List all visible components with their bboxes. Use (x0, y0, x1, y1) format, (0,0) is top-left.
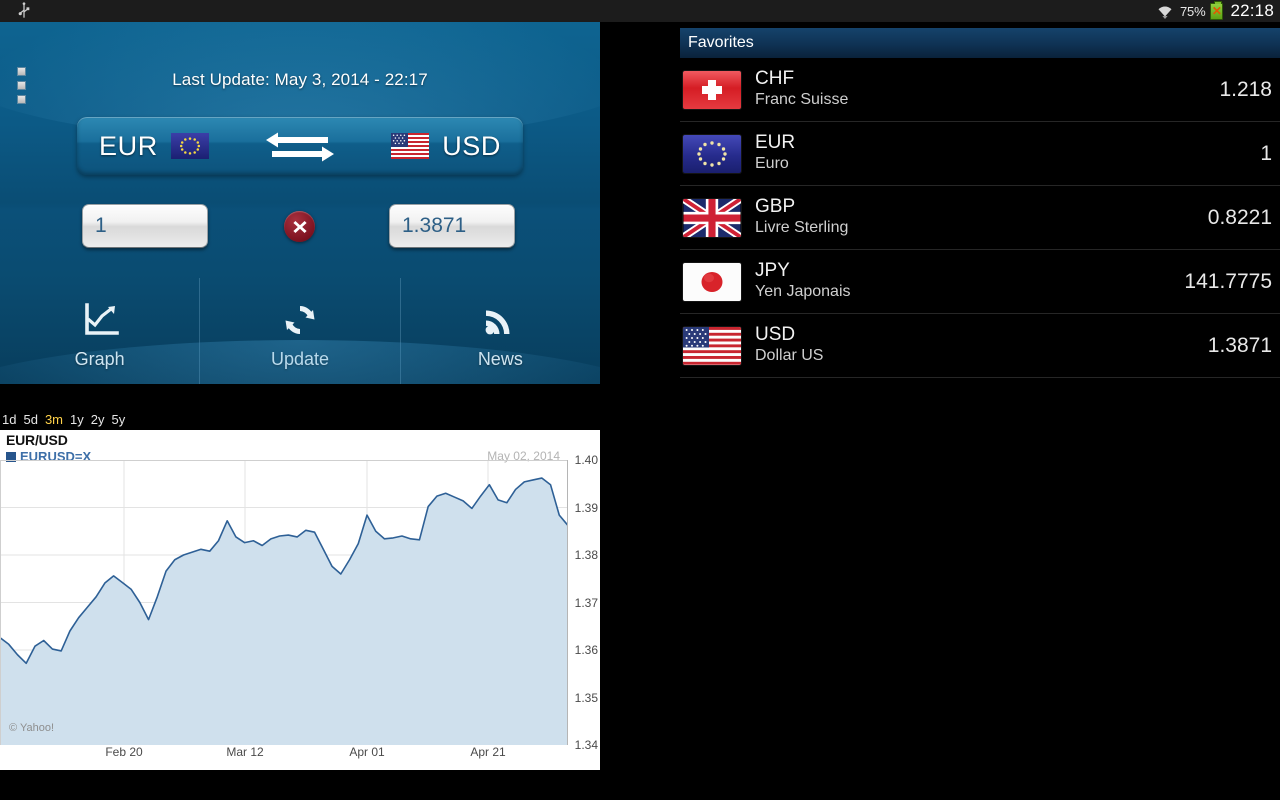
favorites-list: CHF Franc Suisse 1.218 EUR Euro 1 GBP Livre Ste… (680, 58, 1280, 378)
y-tick-label: 1.35 (574, 690, 598, 705)
favorite-row-gbp[interactable]: GBP Livre Sterling 0.8221 (680, 186, 1280, 250)
usb-icon (18, 2, 30, 18)
clear-x-icon[interactable] (284, 211, 315, 242)
favorite-rate: 0.8221 (1207, 205, 1272, 229)
y-tick-label: 1.36 (574, 643, 598, 657)
range-item-3m[interactable]: 3m (45, 412, 63, 427)
range-item-1d[interactable]: 1d (2, 412, 16, 427)
amount-row: 1 1.3871 (0, 204, 600, 256)
range-item-5y[interactable]: 5y (111, 412, 125, 427)
battery-charging-icon: ✕ (1210, 0, 1224, 20)
y-tick-label: 1.34 (574, 738, 598, 752)
clock-label: 22:18 (1230, 1, 1274, 20)
favorite-row-chf[interactable]: CHF Franc Suisse 1.218 (680, 58, 1280, 122)
favorite-text: CHF Franc Suisse (755, 68, 1219, 109)
flag-eur-icon (170, 133, 209, 159)
swap-arrows-icon[interactable] (264, 127, 336, 165)
chart-range-selector: 1d 5d 3m 1y 2y 5y (0, 408, 600, 430)
chart-y-axis: 1.40 1.39 1.38 1.37 1.36 1.35 1.34 (562, 453, 598, 752)
y-tick-label: 1.37 (574, 595, 598, 610)
x-tick-label: Apr 01 (349, 745, 385, 759)
rss-icon (485, 310, 510, 334)
battery-percent-label: 75% (1180, 3, 1206, 19)
favorite-rate: 141.7775 (1184, 269, 1272, 293)
x-tick-label: Mar 12 (226, 745, 264, 759)
exchange-rate-chart[interactable]: EUR/USD EURUSD=X May 02, 2014 © Yahoo! 1… (0, 430, 600, 770)
to-currency-code: USD (442, 130, 501, 161)
screen: 75% ✕ 22:18 Last Update: May 3, 2014 - 2… (0, 0, 1280, 800)
currency-pair-bar[interactable]: EUR USD (77, 117, 523, 175)
favorite-name: Franc Suisse (755, 91, 849, 109)
last-update-label: Last Update: May 3, 2014 - 22:17 (172, 70, 428, 89)
refresh-icon (285, 305, 315, 334)
range-item-5d[interactable]: 5d (23, 412, 37, 427)
x-tick-label: Apr 21 (470, 745, 506, 759)
amount-from-input[interactable]: 1 (82, 204, 208, 248)
favorite-code: EUR (755, 132, 796, 154)
favorite-text: JPY Yen Japonais (755, 260, 1184, 301)
flag-gbp-icon (683, 198, 741, 237)
favorite-name: Dollar US (755, 347, 824, 365)
favorite-rate: 1.218 (1219, 77, 1272, 101)
favorite-text: EUR Euro (755, 132, 1260, 173)
favorite-name: Livre Sterling (755, 219, 849, 237)
flag-jpy-icon (683, 262, 741, 301)
favorite-text: GBP Livre Sterling (755, 196, 1208, 237)
amount-to-input[interactable]: 1.3871 (389, 204, 515, 248)
favorite-code: JPY (755, 260, 790, 282)
favorite-code: GBP (755, 196, 796, 218)
flag-usd-icon (683, 326, 741, 365)
favorite-code: USD (755, 324, 796, 346)
from-currency-code: EUR (99, 130, 158, 161)
favorite-rate: 1.3871 (1207, 333, 1272, 357)
wifi-icon (1158, 6, 1172, 19)
chart-watermark: © Yahoo! (9, 722, 55, 734)
favorite-code: CHF (755, 68, 795, 90)
favorites-panel: Favorites CHF Franc Suisse 1.218 EUR Euro 1 GB… (680, 28, 1280, 380)
chart-plot-area (0, 460, 568, 745)
range-item-1y[interactable]: 1y (70, 412, 84, 427)
status-bar: 75% ✕ 22:18 (0, 0, 1280, 22)
chart-x-axis: Feb 20 Mar 12 Apr 01 Apr 21 (0, 745, 568, 765)
to-currency-group[interactable]: USD (391, 131, 501, 162)
line-chart-icon (84, 302, 119, 335)
favorite-rate: 1 (1260, 141, 1272, 165)
y-tick-label: 1.40 (574, 453, 598, 467)
flag-eur-icon (683, 134, 741, 173)
range-item-2y[interactable]: 2y (91, 412, 105, 427)
converter-panel: Last Update: May 3, 2014 - 22:17 EUR USD… (0, 22, 600, 384)
favorites-header: Favorites (680, 28, 1280, 58)
status-bar-right: 75% ✕ 22:18 (1155, 0, 1274, 22)
favorite-row-usd[interactable]: USD Dollar US 1.3871 (680, 314, 1280, 378)
favorite-text: USD Dollar US (755, 324, 1208, 365)
chart-title: EUR/USD (6, 432, 68, 448)
x-glyph-icon (292, 220, 307, 233)
favorite-row-eur[interactable]: EUR Euro 1 (680, 122, 1280, 186)
y-tick-label: 1.39 (574, 500, 598, 515)
favorite-row-jpy[interactable]: JPY Yen Japonais 141.7775 (680, 250, 1280, 314)
favorite-name: Yen Japonais (755, 283, 851, 301)
favorite-name: Euro (755, 155, 789, 173)
x-tick-label: Feb 20 (105, 745, 143, 759)
flag-usd-icon (391, 133, 430, 159)
from-currency-group[interactable]: EUR (99, 131, 209, 162)
flag-chf-icon (683, 70, 741, 109)
y-tick-label: 1.38 (574, 548, 598, 562)
